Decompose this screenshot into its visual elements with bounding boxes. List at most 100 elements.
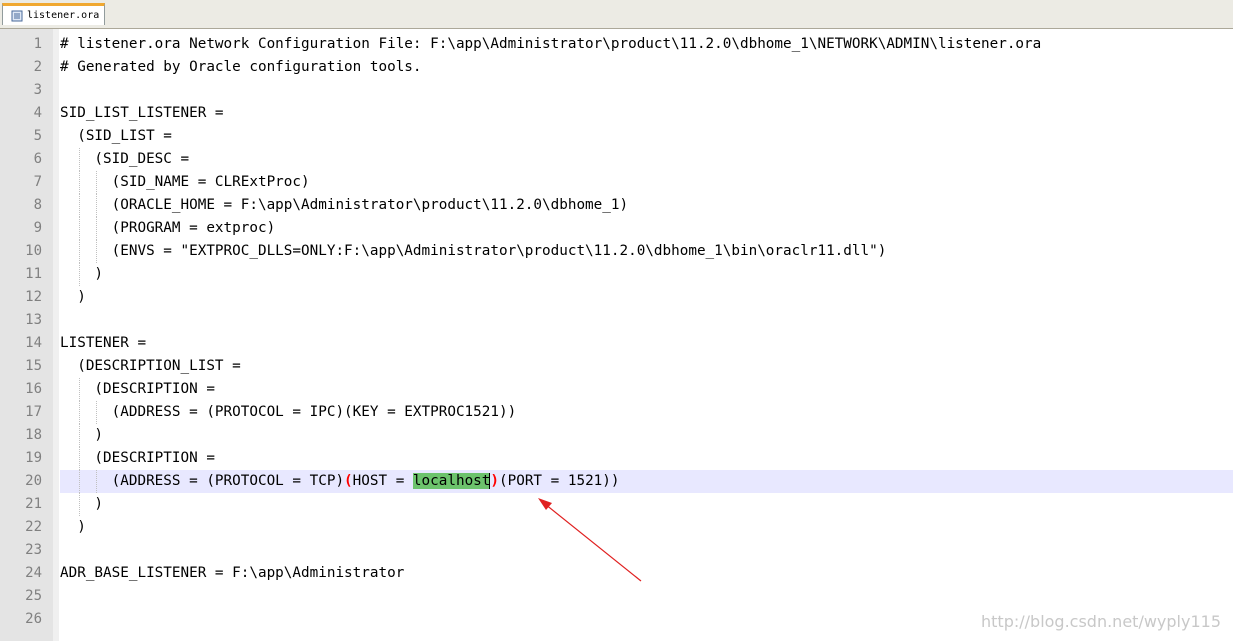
code-line[interactable]: (SID_DESC = — [60, 148, 1233, 171]
line-number: 7 — [33, 174, 42, 190]
indent-guide — [79, 171, 81, 194]
tab-label: listener.ora — [27, 10, 100, 21]
indent-guide — [79, 470, 81, 493]
indent-guide — [79, 401, 81, 424]
code-line[interactable]: ) — [60, 424, 1233, 447]
line-number: 9 — [33, 220, 42, 236]
line-number: 11 — [25, 266, 42, 282]
code-segment: (ADDRESS = (PROTOCOL = TCP) — [60, 473, 345, 489]
code-text: LISTENER = — [60, 335, 147, 351]
code-line[interactable]: (ORACLE_HOME = F:\app\Administrator\prod… — [60, 194, 1233, 217]
code-line[interactable]: ADR_BASE_LISTENER = F:\app\Administrator — [60, 562, 1233, 585]
line-number-gutter: 1 2 3 4 5 6 7 8 9 10 11 12 13 14 15 16 17 18 19 20 21 22 23 24 2… — [0, 29, 59, 641]
selected-text: localhost — [412, 473, 491, 489]
code-text: ) — [60, 496, 104, 512]
code-text: ) — [60, 427, 104, 443]
code-line[interactable] — [60, 539, 1233, 562]
line-number: 10 — [25, 243, 42, 259]
line-number: 20 — [25, 473, 42, 489]
tab-listener-ora[interactable]: listener.ora — [2, 3, 105, 25]
code-segment: HOST = — [352, 473, 413, 489]
indent-guide — [79, 217, 81, 240]
watermark: http://blog.csdn.net/wyply115 — [981, 612, 1221, 631]
line-number: 14 — [25, 335, 42, 351]
line-number: 21 — [25, 496, 42, 512]
brace-highlight-open: ( — [344, 473, 353, 489]
indent-guide — [96, 194, 98, 217]
code-line[interactable]: ) — [60, 263, 1233, 286]
indent-guide — [79, 378, 81, 401]
code-text: # listener.ora Network Configuration Fil… — [60, 36, 1042, 52]
code-text: SID_LIST_LISTENER = — [60, 105, 224, 121]
code-line[interactable]: (DESCRIPTION = — [60, 447, 1233, 470]
code-line-current[interactable]: (ADDRESS = (PROTOCOL = TCP)(HOST = local… — [60, 470, 1233, 493]
line-numbers: 1 2 3 4 5 6 7 8 9 10 11 12 13 14 15 16 17 18 19 20 21 22 23 24 2… — [0, 33, 42, 631]
code-text: (PROGRAM = extproc) — [60, 220, 276, 236]
code-line[interactable]: ) — [60, 286, 1233, 309]
line-number: 12 — [25, 289, 42, 305]
code-line[interactable]: (PROGRAM = extproc) — [60, 217, 1233, 240]
indent-guide — [79, 148, 81, 171]
indent-guide — [79, 194, 81, 217]
code-line[interactable] — [60, 585, 1233, 608]
indent-guide — [96, 240, 98, 263]
code-line[interactable]: (DESCRIPTION_LIST = — [60, 355, 1233, 378]
code-line[interactable]: (DESCRIPTION = — [60, 378, 1233, 401]
code-area[interactable]: # listener.ora Network Configuration Fil… — [60, 33, 1233, 631]
code-text: (SID_LIST = — [60, 128, 172, 144]
code-text: # Generated by Oracle configuration tool… — [60, 59, 422, 75]
code-line[interactable]: # Generated by Oracle configuration tool… — [60, 56, 1233, 79]
code-line[interactable] — [60, 79, 1233, 102]
brace-highlight-close: ) — [489, 473, 499, 489]
indent-guide — [96, 171, 98, 194]
line-number: 19 — [25, 450, 42, 466]
indent-guide — [79, 240, 81, 263]
line-number: 25 — [25, 588, 42, 604]
indent-guide — [96, 470, 98, 493]
line-number: 16 — [25, 381, 42, 397]
line-number: 26 — [25, 611, 42, 627]
line-number: 6 — [33, 151, 42, 167]
code-text: (ENVS = "EXTPROC_DLLS=ONLY:F:\app\Admini… — [60, 243, 887, 259]
indent-guide — [96, 401, 98, 424]
code-line[interactable] — [60, 309, 1233, 332]
code-line[interactable]: (SID_NAME = CLRExtProc) — [60, 171, 1233, 194]
line-number: 2 — [33, 59, 42, 75]
code-line[interactable]: # listener.ora Network Configuration Fil… — [60, 33, 1233, 56]
fold-margin[interactable] — [53, 29, 59, 641]
tab-bar: listener.ora — [0, 0, 1233, 29]
line-number: 4 — [33, 105, 42, 121]
code-text: (DESCRIPTION = — [60, 381, 215, 397]
code-text: (DESCRIPTION_LIST = — [60, 358, 241, 374]
indent-guide — [79, 493, 81, 516]
code-text: (ORACLE_HOME = F:\app\Administrator\prod… — [60, 197, 629, 213]
code-text: (DESCRIPTION = — [60, 450, 215, 466]
code-text: ADR_BASE_LISTENER = F:\app\Administrator — [60, 565, 405, 581]
code-editor[interactable]: 1 2 3 4 5 6 7 8 9 10 11 12 13 14 15 16 17 18 19 20 21 22 23 24 2… — [0, 29, 1233, 641]
code-line[interactable]: (ENVS = "EXTPROC_DLLS=ONLY:F:\app\Admini… — [60, 240, 1233, 263]
line-number: 24 — [25, 565, 42, 581]
code-line[interactable]: (ADDRESS = (PROTOCOL = IPC)(KEY = EXTPRO… — [60, 401, 1233, 424]
line-number: 17 — [25, 404, 42, 420]
line-number: 8 — [33, 197, 42, 213]
code-segment: (PORT = 1521)) — [499, 473, 620, 489]
code-line[interactable]: SID_LIST_LISTENER = — [60, 102, 1233, 125]
code-line[interactable]: ) — [60, 516, 1233, 539]
code-text: ) — [60, 519, 86, 535]
code-text: ) — [60, 289, 86, 305]
code-text: (ADDRESS = (PROTOCOL = IPC)(KEY = EXTPRO… — [60, 404, 517, 420]
indent-guide — [79, 447, 81, 470]
indent-guide — [79, 263, 81, 286]
code-line[interactable]: (SID_LIST = — [60, 125, 1233, 148]
line-number: 15 — [25, 358, 42, 374]
line-number: 3 — [33, 82, 42, 98]
line-number: 13 — [25, 312, 42, 328]
line-number: 1 — [33, 36, 42, 52]
document-icon — [11, 10, 23, 21]
line-number: 23 — [25, 542, 42, 558]
code-line[interactable]: LISTENER = — [60, 332, 1233, 355]
line-number: 22 — [25, 519, 42, 535]
code-text: (SID_NAME = CLRExtProc) — [60, 174, 310, 190]
code-text: ) — [60, 266, 104, 282]
code-line[interactable]: ) — [60, 493, 1233, 516]
